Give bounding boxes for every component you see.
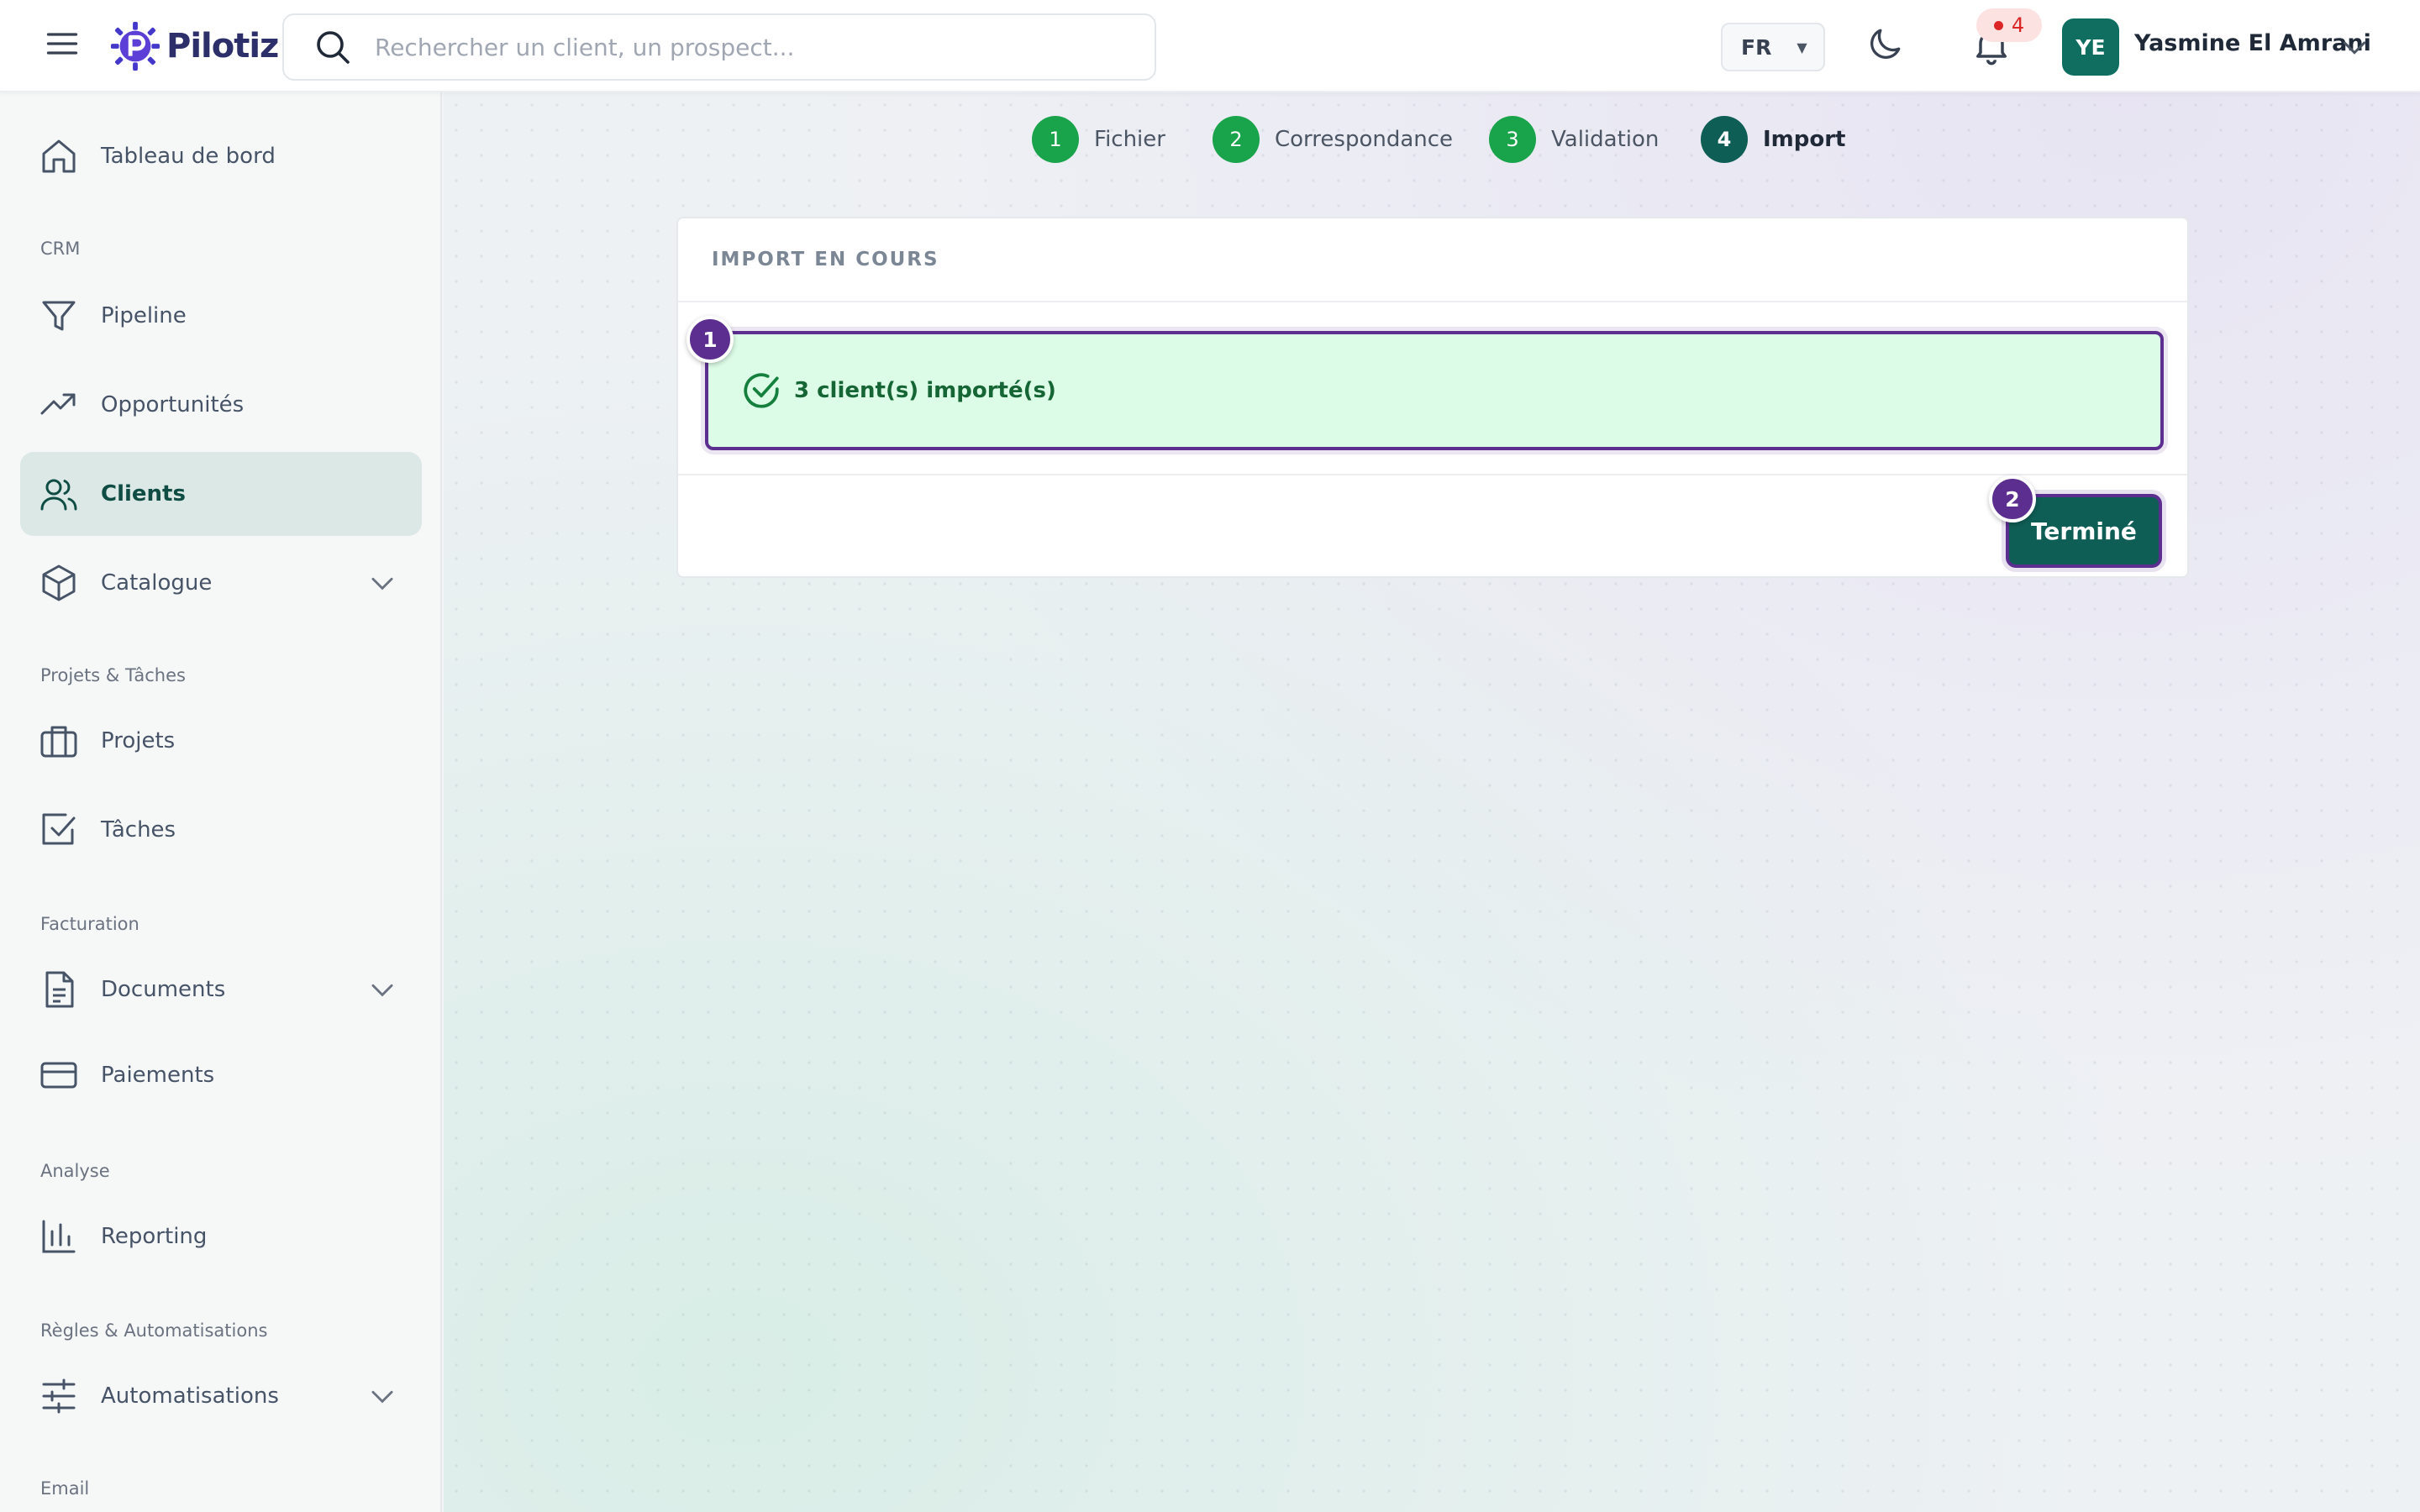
step-label: Correspondance	[1275, 127, 1454, 152]
box-icon	[42, 564, 76, 601]
briefcase-icon	[40, 726, 77, 758]
chevron-down-icon[interactable]	[366, 567, 398, 599]
card-title: IMPORT EN COURS	[712, 249, 939, 270]
step-validation[interactable]: 3 Validation	[1489, 116, 1659, 163]
app-root: Pilotiz FR ▼ 4 YE Y	[0, 0, 2420, 1512]
card-footer: Terminé	[678, 474, 2187, 578]
notification-count-badge[interactable]: 4	[1976, 8, 2042, 42]
sidebar-item-label: Reporting	[101, 1224, 208, 1249]
global-search[interactable]	[282, 13, 1156, 81]
chevron-down-icon[interactable]	[366, 974, 398, 1005]
sidebar-item-dashboard[interactable]: Tableau de bord	[20, 114, 422, 198]
sidebar-item-label: Projets	[101, 728, 176, 753]
sidebar-item-tasks[interactable]: Tâches	[20, 788, 422, 872]
sidebar-item-opportunities[interactable]: Opportunités	[20, 363, 422, 447]
step-number: 4	[1701, 116, 1748, 163]
step-file[interactable]: 1 Fichier	[1032, 116, 1165, 163]
sidebar-item-label: Opportunités	[101, 392, 245, 417]
document-icon	[45, 971, 74, 1008]
user-initials: YE	[2075, 34, 2106, 60]
sidebar-nav: Tableau de bord CRM Pipeline Opportunité…	[0, 92, 442, 1512]
sidebar-item-label: Pipeline	[101, 303, 187, 328]
sidebar-item-label: Tâches	[101, 817, 176, 843]
trending-up-icon	[40, 393, 76, 415]
sidebar-item-reporting[interactable]: Reporting	[20, 1194, 422, 1278]
section-label-projects: Projets & Tâches	[40, 665, 186, 685]
step-import[interactable]: 4 Import	[1701, 116, 1846, 163]
sidebar-item-pipeline[interactable]: Pipeline	[20, 274, 422, 358]
section-label-email: Email	[40, 1478, 90, 1499]
success-message: 3 client(s) importé(s)	[794, 378, 1056, 403]
sidebar-item-catalogue[interactable]: Catalogue	[20, 541, 422, 625]
sidebar-item-automations[interactable]: Automatisations	[20, 1354, 422, 1438]
sidebar-item-clients[interactable]: Clients	[20, 452, 422, 536]
search-icon	[317, 31, 350, 64]
section-label-analysis: Analyse	[40, 1161, 110, 1181]
sidebar-item-projects[interactable]: Projets	[20, 699, 422, 783]
sidebar-item-label: Documents	[101, 977, 226, 1002]
annotation-marker-1: 1	[687, 316, 734, 363]
step-label: Validation	[1551, 127, 1660, 152]
sidebar-item-label: Catalogue	[101, 570, 213, 596]
language-selector[interactable]: FR ▼	[1721, 23, 1825, 71]
caret-down-icon: ▼	[1797, 39, 1807, 55]
home-icon	[42, 139, 76, 173]
check-circle-icon	[744, 373, 779, 408]
user-avatar[interactable]: YE	[2062, 18, 2119, 76]
sidebar-item-payments[interactable]: Paiements	[20, 1033, 422, 1117]
language-value: FR	[1741, 34, 1772, 60]
step-number: 1	[1032, 116, 1079, 163]
brand-logo[interactable]: Pilotiz	[109, 20, 279, 72]
chevron-down-icon[interactable]	[366, 1380, 398, 1412]
step-number: 3	[1489, 116, 1536, 163]
sidebar-item-label: Tableau de bord	[101, 144, 276, 169]
step-number: 2	[1213, 116, 1260, 163]
card-header: IMPORT EN COURS	[678, 218, 2187, 302]
chevron-down-icon[interactable]	[2338, 30, 2371, 64]
step-mapping[interactable]: 2 Correspondance	[1213, 116, 1453, 163]
import-progress-card: IMPORT EN COURS 3 client(s) importé(s) T…	[676, 217, 2189, 578]
dark-mode-moon-icon[interactable]	[1864, 24, 1906, 66]
notification-dot-icon	[1993, 20, 2003, 30]
step-label: Fichier	[1094, 127, 1165, 152]
section-label-billing: Facturation	[40, 914, 139, 934]
section-label-rules: Règles & Automatisations	[40, 1320, 268, 1341]
sidebar-item-label: Automatisations	[101, 1383, 279, 1409]
notification-count: 4	[2011, 13, 2025, 37]
sidebar-item-documents[interactable]: Documents	[20, 948, 422, 1032]
bar-chart-icon	[42, 1220, 76, 1253]
sidebar-item-label: Paiements	[101, 1063, 215, 1088]
credit-card-icon	[40, 1062, 77, 1089]
hamburger-menu-icon[interactable]	[44, 25, 81, 62]
brand-name: Pilotiz	[166, 27, 279, 66]
search-input[interactable]	[375, 33, 1131, 61]
checkbox-icon	[42, 813, 76, 845]
section-label-crm: CRM	[40, 239, 81, 259]
sidebar-item-label: Clients	[101, 481, 186, 507]
pilotiz-logo-icon	[110, 21, 160, 71]
main-content: 1 Fichier 2 Correspondance 3 Validation …	[444, 92, 2420, 1512]
users-icon	[40, 479, 77, 511]
import-success-alert: 3 client(s) importé(s)	[705, 331, 2164, 450]
user-name[interactable]: Yasmine El Amrani	[2134, 30, 2371, 56]
sliders-icon	[42, 1378, 76, 1414]
step-label: Import	[1763, 127, 1846, 152]
import-stepper: 1 Fichier 2 Correspondance 3 Validation …	[444, 116, 2420, 166]
top-bar: Pilotiz FR ▼ 4 YE Y	[0, 0, 2420, 92]
annotation-marker-2: 2	[1989, 475, 2036, 522]
filter-icon	[42, 301, 76, 331]
